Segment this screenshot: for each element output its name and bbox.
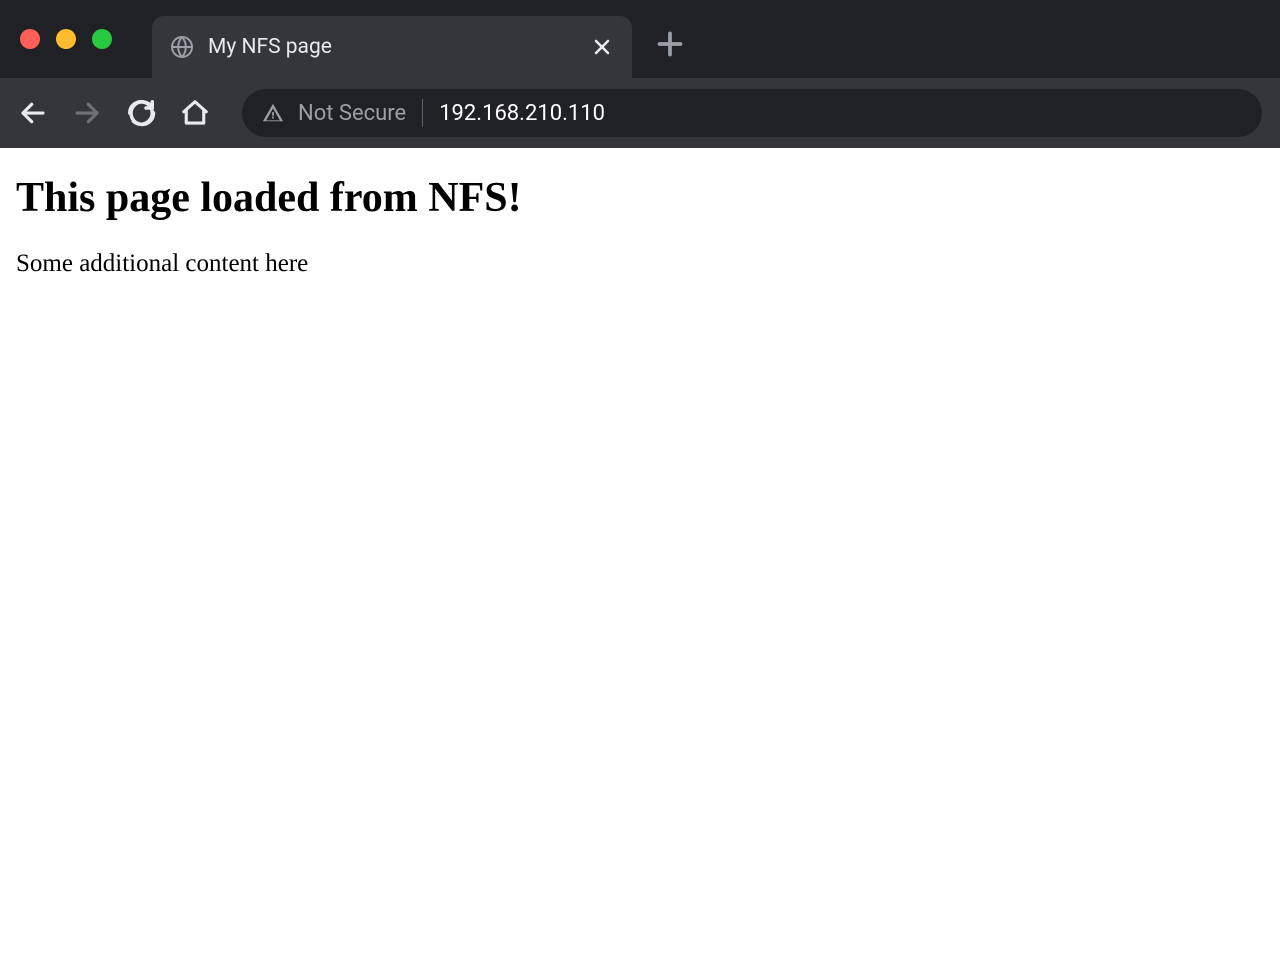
close-tab-button[interactable] [590, 35, 614, 59]
tab-bar: My NFS page [0, 0, 1280, 78]
home-button[interactable] [180, 98, 210, 128]
browser-chrome: My NFS page [0, 0, 1280, 148]
url-text: 192.168.210.110 [439, 101, 605, 126]
reload-button[interactable] [126, 98, 156, 128]
window-close-button[interactable] [20, 29, 40, 49]
tab-title: My NFS page [208, 35, 576, 59]
forward-button[interactable] [72, 98, 102, 128]
new-tab-button[interactable] [652, 26, 688, 62]
window-controls [20, 29, 112, 49]
back-button[interactable] [18, 98, 48, 128]
warning-icon [262, 102, 284, 124]
page-heading: This page loaded from NFS! [16, 174, 1264, 222]
divider [422, 99, 423, 127]
page-content: This page loaded from NFS! Some addition… [0, 148, 1280, 294]
page-paragraph: Some additional content here [16, 250, 1264, 278]
toolbar: Not Secure 192.168.210.110 [0, 78, 1280, 148]
window-minimize-button[interactable] [56, 29, 76, 49]
globe-icon [170, 35, 194, 59]
browser-tab[interactable]: My NFS page [152, 16, 632, 78]
security-status: Not Secure [298, 101, 406, 126]
address-bar[interactable]: Not Secure 192.168.210.110 [242, 89, 1262, 137]
window-maximize-button[interactable] [92, 29, 112, 49]
